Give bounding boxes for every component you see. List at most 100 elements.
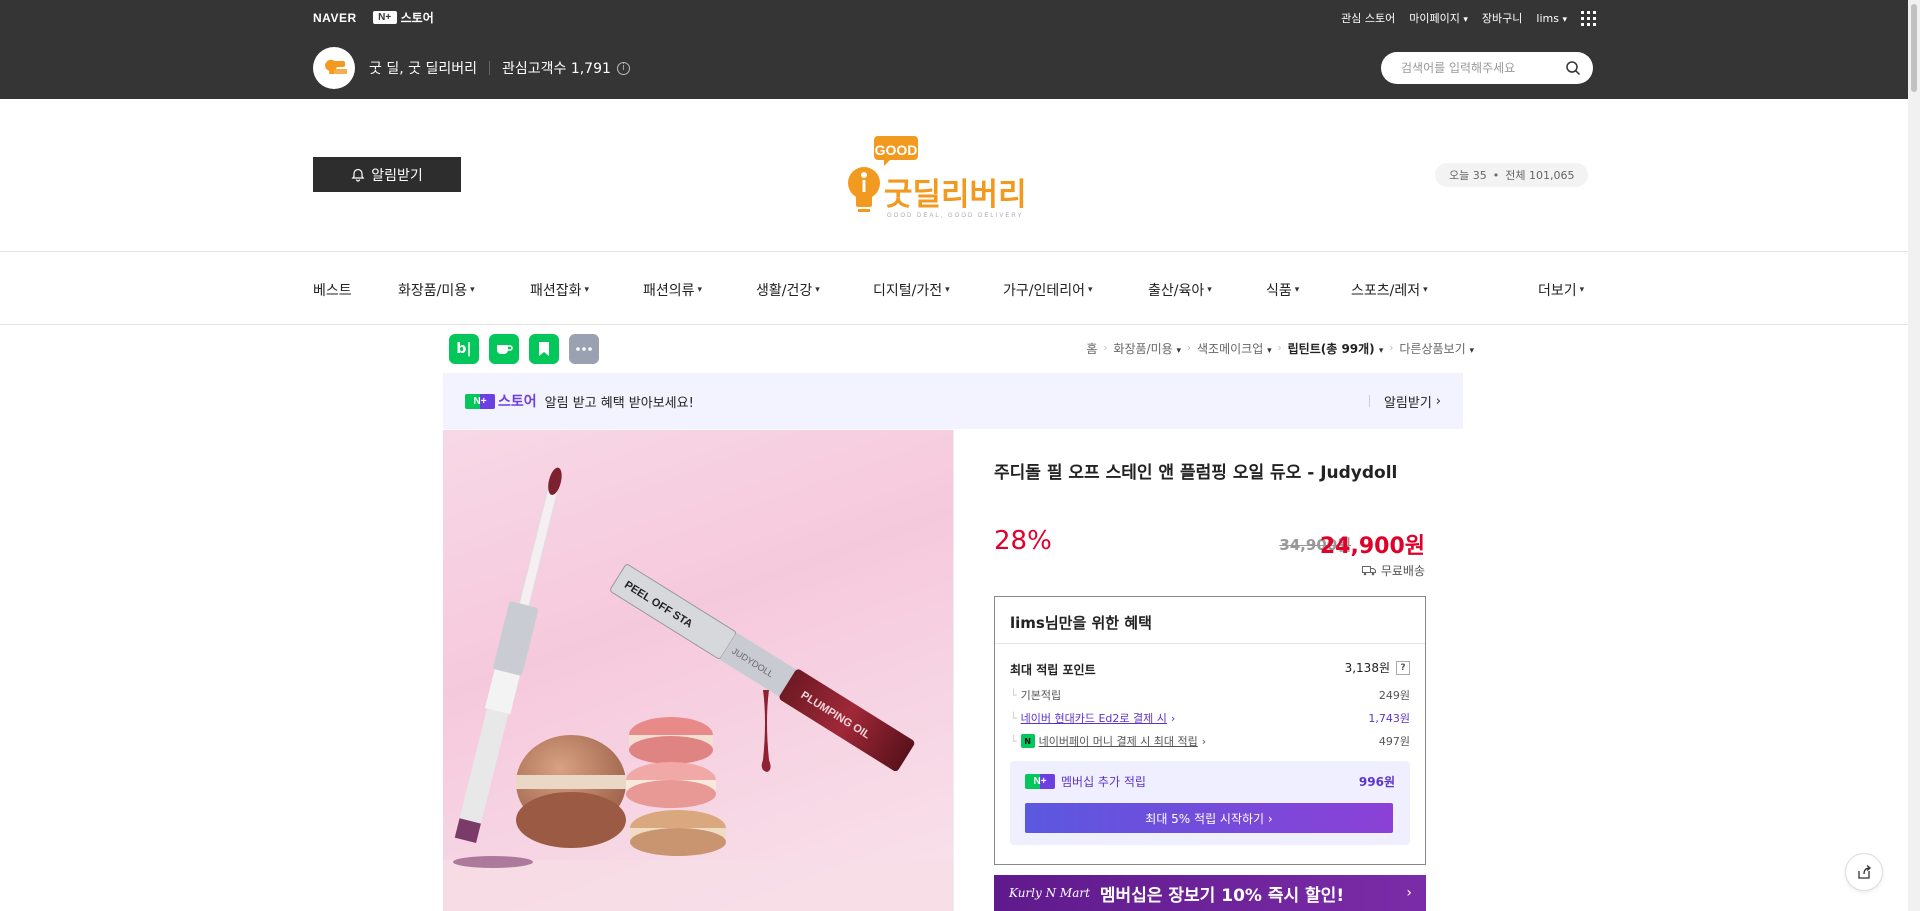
nav-fashion-acc[interactable]: 패션잡화 ▾ — [530, 280, 589, 300]
chevron-right-icon: › — [1187, 343, 1192, 354]
points-row-card: └ 네이버 현대카드 Ed2로 결제 시 › — [1010, 710, 1175, 726]
naver-pay-icon: N — [1020, 734, 1035, 748]
user-menu[interactable]: lims ▾ — [1536, 12, 1567, 25]
store-logo-icon — [317, 51, 351, 85]
points-row-label: 기본적립 — [1020, 689, 1062, 702]
nplus-store-banner: N+ 스토어 알림 받고 혜택 받아보세요! 알림받기 › — [443, 373, 1463, 429]
store-name[interactable]: 굿 딜, 굿 딜리버리 — [369, 58, 477, 78]
subscribe-alarm-button[interactable]: 알림받기 — [313, 157, 461, 192]
brand-good-text: GOOD — [875, 142, 918, 158]
divider — [488, 61, 490, 75]
cafe-share-button[interactable] — [489, 334, 519, 364]
page-scrollbar[interactable] — [1908, 0, 1920, 911]
nav-digital[interactable]: 디지털/가전 ▾ — [873, 280, 950, 300]
blog-share-button[interactable]: b| — [449, 334, 479, 364]
chevron-down-icon: ▾ — [945, 285, 950, 295]
nplus-icon: N+ — [372, 11, 397, 24]
nplus-store-text: 스토어 — [498, 394, 537, 410]
nav-best[interactable]: 베스트 — [313, 280, 352, 300]
benefit-box: lims님만을 위한 혜택 최대 적립 포인트 3,138원 ? └ 기본적립 … — [994, 596, 1426, 865]
crumb-label: 다른상품보기 — [1399, 342, 1466, 356]
fans-count: 관심고객수 1,791 — [501, 61, 611, 77]
brand-logo-graphic: GOOD 굿딜리버리 GOOD DEAL, GOOD DELIVERY — [848, 136, 1027, 219]
tree-branch-icon: └ — [1010, 734, 1017, 748]
nplus-icon-wrap: N+ — [1025, 774, 1055, 789]
card-benefit-link[interactable]: 네이버 현대카드 Ed2로 결제 시 — [1021, 710, 1167, 726]
kurly-logo: Kurly N Mart — [1009, 886, 1090, 900]
npay-benefit-link[interactable]: 네이버페이 머니 결제 시 최대 적립 — [1039, 733, 1198, 749]
brand-logo[interactable]: GOOD 굿딜리버리 GOOD DEAL, GOOD DELIVERY — [838, 131, 1038, 221]
banner-alarm-link[interactable]: 알림받기 › — [1369, 392, 1441, 411]
chevron-down-icon: ▾ — [1294, 285, 1300, 295]
product-image[interactable]: PEEL OFF STA JUDYDOLL PLUMPING OIL — [443, 430, 953, 911]
discount-rate: 28% — [994, 526, 1052, 556]
breadcrumb-cat3[interactable]: 립틴트(총 99개) ▾ — [1288, 340, 1384, 357]
share-buttons: b| — [449, 334, 599, 364]
store-label: 스토어 — [400, 11, 434, 25]
floating-share-button[interactable] — [1845, 853, 1883, 891]
nav-food[interactable]: 식품 ▾ — [1266, 280, 1299, 300]
nav-label: 디지털/가전 — [873, 283, 943, 299]
chevron-right-icon: › — [1201, 734, 1207, 748]
nav-label: 패션의류 — [643, 283, 695, 299]
nav-label: 식품 — [1266, 283, 1292, 299]
chevron-down-icon: ▾ — [1378, 346, 1384, 356]
chevron-right-icon: › — [1170, 711, 1176, 725]
nav-furniture[interactable]: 가구/인테리어 ▾ — [1003, 280, 1093, 300]
search-icon[interactable] — [1565, 60, 1581, 76]
membership-box: N+ 멤버십 추가 적립 996원 최대 5% 적립 시작하기 › — [1010, 761, 1410, 845]
banner-alarm-label: 알림받기 — [1383, 395, 1432, 411]
mypage-link[interactable]: 마이페이지 ▾ — [1409, 10, 1468, 26]
cart-link[interactable]: 장바구니 — [1482, 10, 1522, 26]
nav-label: 가구/인테리어 — [1003, 283, 1085, 299]
nav-label: 더보기 — [1538, 283, 1577, 299]
store-avatar[interactable] — [313, 47, 355, 89]
search-box — [1381, 52, 1593, 84]
mypage-label: 마이페이지 — [1409, 12, 1460, 25]
nplus-icon: N+ — [1025, 774, 1055, 789]
naver-logo[interactable]: NAVER — [313, 11, 357, 25]
max-points-label: 최대 적립 포인트 — [1010, 663, 1096, 677]
chevron-down-icon: ▾ — [584, 285, 590, 295]
points-row-npay: └ N 네이버페이 머니 결제 시 최대 적립 › — [1010, 733, 1206, 749]
bell-icon — [351, 168, 365, 182]
points-row-value: 249원 — [1378, 689, 1410, 702]
nplus-icon: N+ — [465, 393, 495, 409]
nav-sports[interactable]: 스포츠/레저 ▾ — [1351, 280, 1428, 300]
alarm-label: 알림받기 — [371, 167, 423, 184]
points-row-basic: └ 기본적립 — [1010, 687, 1061, 703]
nav-living[interactable]: 생활/건강 ▾ — [756, 280, 820, 300]
store-profile-row: 굿 딜, 굿 딜리버리 관심고객수 1,791 i — [313, 47, 630, 89]
favorite-stores-link[interactable]: 관심 스토어 — [1341, 10, 1395, 26]
search-input[interactable] — [1401, 61, 1565, 75]
nav-baby[interactable]: 출산/육아 ▾ — [1148, 280, 1212, 300]
cafe-icon — [497, 345, 513, 354]
breadcrumb: 홈 › 화장품/미용 ▾ › 색조메이크업 ▾ › 립틴트(총 99개) ▾ ›… — [1086, 340, 1474, 357]
help-icon[interactable]: ? — [1396, 660, 1410, 675]
naver-plus-store-link[interactable]: N+ 스토어 — [372, 9, 434, 26]
breadcrumb-home[interactable]: 홈 — [1086, 340, 1097, 357]
chevron-down-icon: ▾ — [1562, 14, 1567, 25]
membership-start-button[interactable]: 최대 5% 적립 시작하기 › — [1025, 803, 1393, 833]
chevron-right-icon: › — [1277, 343, 1282, 354]
sale-price: 24,900원 — [1319, 534, 1425, 559]
chevron-down-icon: ▾ — [815, 285, 820, 295]
kurly-mart-banner[interactable]: Kurly N Mart 멤버십은 장보기 10% 즉시 할인! › — [994, 875, 1426, 911]
nav-fashion-clothes[interactable]: 패션의류 ▾ — [643, 280, 702, 300]
user-name: lims — [1536, 11, 1559, 25]
membership-label: N+ 멤버십 추가 적립 — [1025, 773, 1146, 790]
tree-branch-icon: └ — [1010, 711, 1017, 725]
nav-cosmetics[interactable]: 화장품/미용 ▾ — [398, 280, 475, 300]
breadcrumb-cat1[interactable]: 화장품/미용 ▾ — [1113, 340, 1181, 357]
bookmark-share-button[interactable] — [529, 334, 559, 364]
nav-label: 스포츠/레저 — [1351, 283, 1421, 299]
info-icon[interactable]: i — [616, 61, 630, 75]
scrollbar-thumb[interactable] — [1911, 4, 1917, 92]
nav-more[interactable]: 더보기 ▾ — [1538, 280, 1584, 300]
nav-label: 베스트 — [313, 283, 352, 299]
app-grid-icon[interactable] — [1581, 10, 1596, 26]
more-share-button[interactable] — [569, 334, 599, 364]
breadcrumb-cat2[interactable]: 색조메이크업 ▾ — [1197, 340, 1272, 357]
breadcrumb-other[interactable]: 다른상품보기 ▾ — [1399, 340, 1474, 357]
nplus-store-logo: N+ 스토어 — [465, 391, 537, 411]
